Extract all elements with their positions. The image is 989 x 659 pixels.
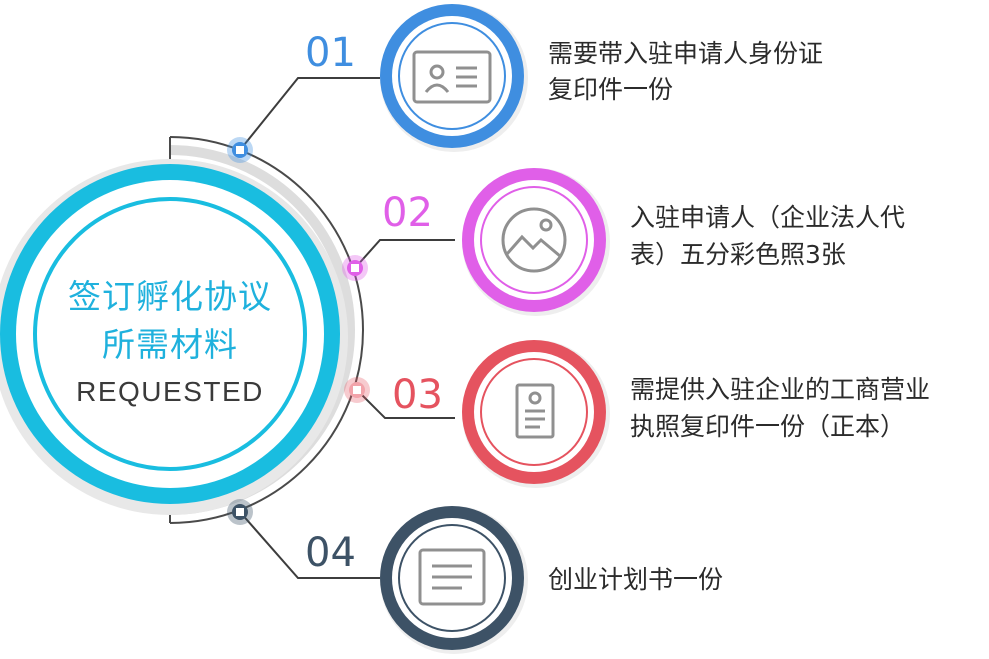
hub-subtitle: REQUESTED xyxy=(76,376,264,407)
leader-line-02 xyxy=(354,239,455,269)
item-02-badge xyxy=(462,168,610,316)
leader-line-01 xyxy=(239,77,380,151)
item-01-text-line1: 需要带入驻申请人身份证 xyxy=(548,39,824,68)
item-03-text-line2: 执照复印件一份（正本） xyxy=(630,412,906,441)
item-02-number: 02 xyxy=(382,190,433,236)
item-01-text-line2: 复印件一份 xyxy=(548,75,674,104)
hub-title-line1: 签订孵化协议 xyxy=(68,277,272,316)
connector-dot-04 xyxy=(227,499,253,525)
hub-title-line2: 所需材料 xyxy=(102,325,238,364)
item-03-text-line1: 需提供入驻企业的工商营业 xyxy=(630,375,931,404)
item-04-text-line1: 创业计划书一份 xyxy=(548,565,724,594)
item-02-text-line1: 入驻申请人（企业法人代 xyxy=(630,203,906,232)
item-01-number: 01 xyxy=(305,30,356,76)
materials-infographic: 签订孵化协议 所需材料 REQUESTED 01 02 03 04 需要带入驻申… xyxy=(0,0,989,659)
connector-dot-03 xyxy=(344,377,370,403)
item-01-badge xyxy=(380,4,528,152)
item-03-badge xyxy=(462,340,610,488)
connector-dot-02 xyxy=(342,255,368,281)
item-02-text-line2: 表）五分彩色照3张 xyxy=(630,240,846,269)
item-03-number: 03 xyxy=(392,372,443,418)
item-04-badge xyxy=(380,506,528,654)
item-04-number: 04 xyxy=(305,530,356,576)
connector-dot-01 xyxy=(227,137,253,163)
